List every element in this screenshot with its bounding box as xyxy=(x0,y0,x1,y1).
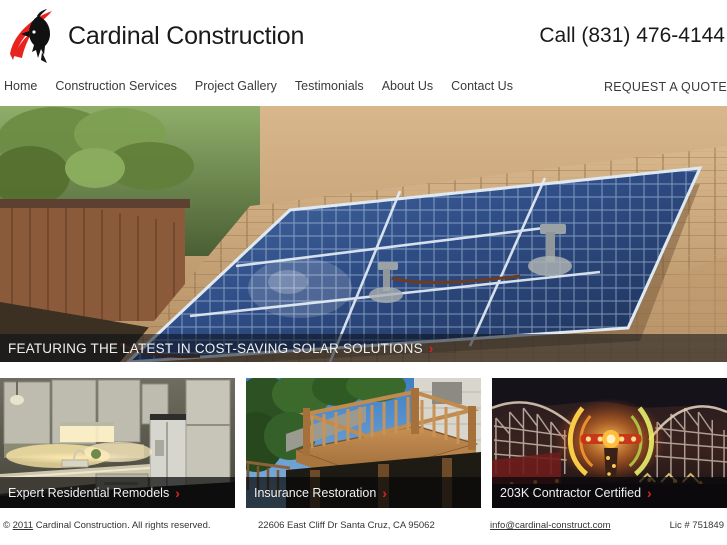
feature-card-residential-remodels[interactable]: Expert Residential Remodels › xyxy=(0,378,235,508)
card-caption-text: 203K Contractor Certified xyxy=(500,485,642,500)
site-header: Cardinal Construction Call (831) 476-414… xyxy=(0,0,727,72)
hero-banner[interactable]: FEATURING THE LATEST IN COST-SAVING SOLA… xyxy=(0,106,727,362)
card-caption-text: Expert Residential Remodels xyxy=(8,485,170,500)
nav-item-contact-us[interactable]: Contact Us xyxy=(442,79,522,93)
hero-solar-panel-image xyxy=(0,106,727,362)
primary-navigation: Home Construction Services Project Galle… xyxy=(0,72,727,106)
feature-card-row: Expert Residential Remodels › Insurance … xyxy=(0,378,727,508)
feature-card-203k-contractor[interactable]: 203K Contractor Certified › xyxy=(492,378,727,508)
chevron-right-icon: › xyxy=(647,484,652,501)
nav-item-testimonials[interactable]: Testimonials xyxy=(286,79,373,93)
footer-copyright: © 2011 Cardinal Construction. All rights… xyxy=(3,520,211,531)
footer-copyright-year-link[interactable]: 2011 xyxy=(13,520,33,531)
nav-item-about-us[interactable]: About Us xyxy=(373,79,442,93)
footer-license-number: Lic # 751849 xyxy=(669,520,724,531)
nav-list: Home Construction Services Project Galle… xyxy=(0,79,522,93)
card-caption-text: Insurance Restoration xyxy=(254,485,377,500)
footer-copyright-prefix: © xyxy=(3,520,13,531)
cardinal-bird-logo-icon xyxy=(8,8,60,64)
request-a-quote-button[interactable]: REQUEST A QUOTE xyxy=(604,80,727,94)
card-caption-203k-contractor[interactable]: 203K Contractor Certified › xyxy=(492,477,727,508)
brand-lockup[interactable]: Cardinal Construction xyxy=(8,8,304,64)
page-root: Cardinal Construction Call (831) 476-414… xyxy=(0,0,727,545)
card-caption-insurance-restoration[interactable]: Insurance Restoration › xyxy=(246,477,481,508)
nav-item-construction-services[interactable]: Construction Services xyxy=(46,79,186,93)
card-caption-residential-remodels[interactable]: Expert Residential Remodels › xyxy=(0,477,235,508)
footer-address: 22606 East Cliff Dr Santa Cruz, CA 95062 xyxy=(258,520,435,531)
site-footer: © 2011 Cardinal Construction. All rights… xyxy=(0,508,727,541)
chevron-right-icon: › xyxy=(382,484,387,501)
header-phone-number[interactable]: Call (831) 476-4144 xyxy=(539,24,725,48)
brand-title: Cardinal Construction xyxy=(68,21,305,50)
hero-caption-bar[interactable]: FEATURING THE LATEST IN COST-SAVING SOLA… xyxy=(0,334,727,362)
hero-caption-text: FEATURING THE LATEST IN COST-SAVING SOLA… xyxy=(8,340,423,356)
chevron-right-icon: › xyxy=(175,484,180,501)
nav-item-home[interactable]: Home xyxy=(0,79,46,93)
nav-item-project-gallery[interactable]: Project Gallery xyxy=(186,79,286,93)
chevron-right-icon: › xyxy=(428,340,434,356)
footer-email-link[interactable]: info@cardinal-construct.com xyxy=(490,520,611,531)
feature-card-insurance-restoration[interactable]: Insurance Restoration › xyxy=(246,378,481,508)
footer-copyright-suffix: Cardinal Construction. All rights reserv… xyxy=(33,520,211,531)
